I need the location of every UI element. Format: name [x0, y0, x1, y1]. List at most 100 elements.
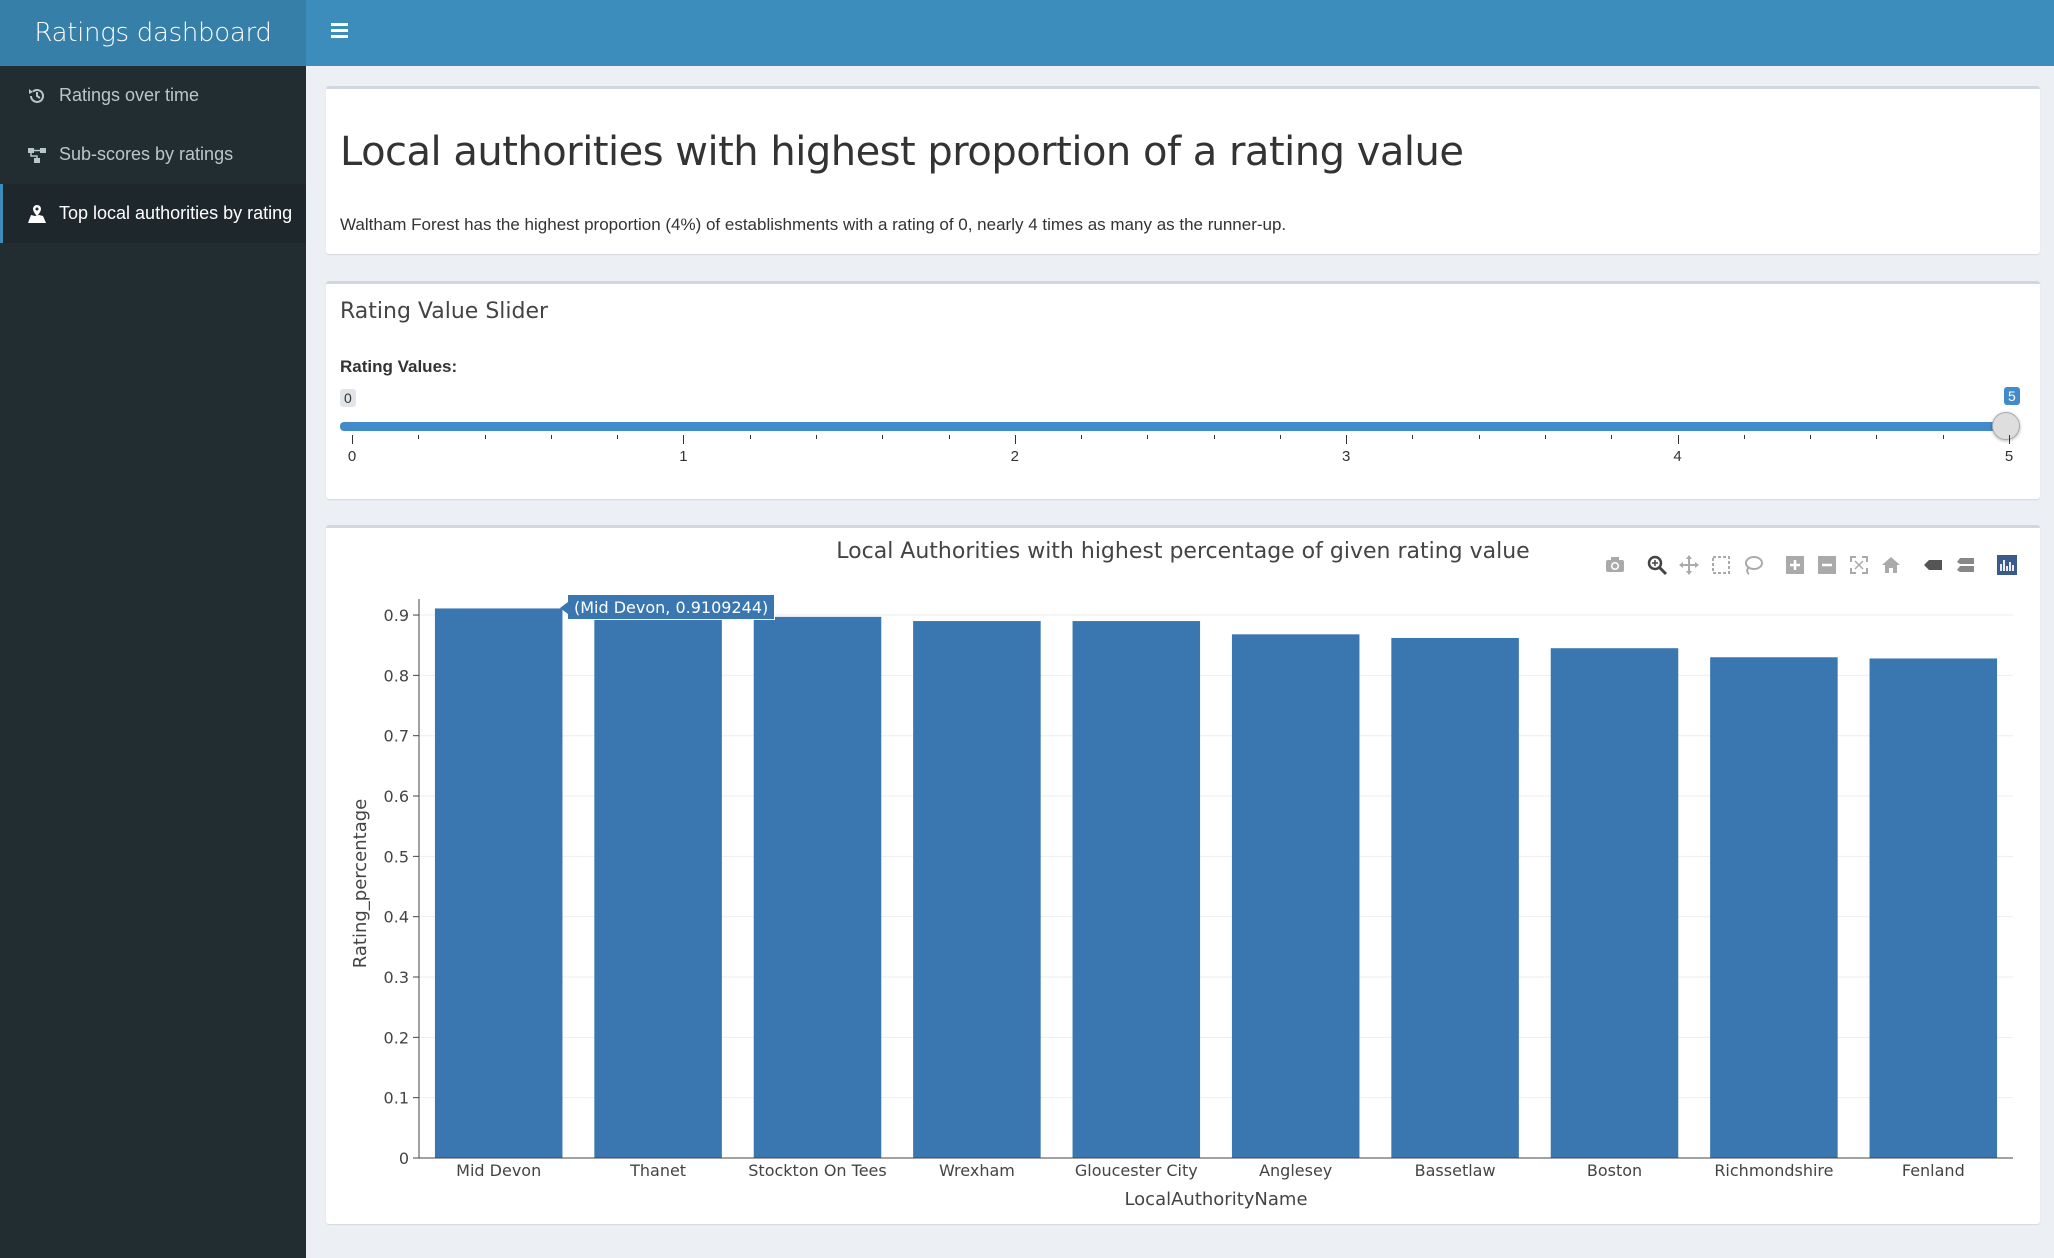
slider-minor-tick — [617, 435, 619, 439]
chart-modebar — [1596, 552, 2020, 578]
x-tick-label: Anglesey — [1259, 1161, 1332, 1180]
y-tick-label: 0.5 — [384, 847, 409, 866]
summary-text: Waltham Forest has the highest proportio… — [340, 215, 1287, 234]
y-tick-label: 0.7 — [384, 727, 409, 746]
slider-minor-tick — [948, 435, 950, 439]
sidebar-item-ratings-over-time[interactable]: Ratings over time — [0, 66, 306, 125]
slider-major-tick — [2009, 435, 2010, 444]
slider-minor-tick — [1213, 435, 1215, 439]
zoom-icon[interactable] — [1644, 552, 1670, 578]
slider-minor-tick — [418, 435, 420, 439]
sidebar-item-label: Top local authorities by rating — [59, 203, 293, 223]
slider-box-title: Rating Value Slider — [340, 299, 549, 324]
y-tick-label: 0 — [399, 1149, 409, 1168]
bar — [753, 616, 882, 1158]
x-tick-label: Bassetlaw — [1415, 1161, 1496, 1180]
slider-box: Rating Value Slider Rating Values: 0 5 0… — [326, 281, 2040, 499]
bar — [913, 621, 1041, 1158]
bar — [434, 608, 563, 1158]
slider-minor-tick — [1081, 435, 1083, 439]
slider-major-tick — [683, 435, 685, 444]
slider-min-label: 0 — [340, 389, 356, 407]
slider-minor-tick — [1147, 435, 1149, 439]
compare-data-icon[interactable] — [1952, 552, 1978, 578]
sidebar-item-sub-scores[interactable]: Sub-scores by ratings — [0, 125, 306, 184]
slider-major-tick — [1346, 435, 1348, 444]
x-axis-title: LocalAuthorityName — [1124, 1189, 1307, 1210]
sidebar-item-label: Sub-scores by ratings — [59, 144, 234, 164]
slider-label: Rating Values: — [340, 357, 458, 376]
y-tick-label: 0.2 — [384, 1028, 409, 1047]
sitemap-icon — [25, 145, 49, 165]
bar — [1550, 648, 1679, 1158]
x-tick-label: Boston — [1587, 1161, 1642, 1180]
x-tick-label: Stockton On Tees — [748, 1161, 886, 1180]
bar — [594, 616, 722, 1158]
slider-minor-tick — [882, 435, 884, 439]
box-select-icon[interactable] — [1708, 552, 1734, 578]
sidebar-item-top-local-authorities[interactable]: Top local authorities by rating — [0, 184, 306, 243]
x-tick-label: Wrexham — [939, 1161, 1015, 1180]
page-title: Local authorities with highest proportio… — [340, 129, 1464, 175]
app-brand[interactable]: Ratings dashboard — [0, 0, 306, 66]
sidebar-item-label: Ratings over time — [59, 85, 200, 105]
x-tick-label: Richmondshire — [1714, 1161, 1833, 1180]
bar — [1072, 621, 1201, 1158]
slider-tick-label: 4 — [1673, 448, 1682, 465]
y-tick-label: 0.4 — [384, 908, 409, 927]
slider-minor-tick — [1478, 435, 1480, 439]
y-tick-label: 0.9 — [384, 606, 409, 625]
bar — [1391, 637, 1519, 1158]
y-tick-label: 0.8 — [384, 666, 409, 685]
x-tick-label: Thanet — [629, 1161, 686, 1180]
lasso-select-icon[interactable] — [1740, 552, 1766, 578]
hover-tooltip: (Mid Devon, 0.9109244) — [559, 594, 776, 620]
slider-major-tick — [1014, 435, 1016, 444]
rating-slider-handle[interactable] — [1992, 412, 2020, 440]
x-tick-label: Mid Devon — [456, 1161, 541, 1180]
y-tick-label: 0.6 — [384, 787, 409, 806]
slider-tick-label: 1 — [679, 448, 688, 465]
y-tick-label: 0.3 — [384, 968, 409, 987]
rating-slider-track[interactable] — [340, 422, 2006, 431]
slider-tick-label: 3 — [1342, 448, 1351, 465]
plotly-logo-icon[interactable] — [1994, 552, 2020, 578]
slider-minor-tick — [484, 435, 486, 439]
bar — [1710, 657, 1838, 1158]
autoscale-icon[interactable] — [1846, 552, 1872, 578]
chart-box: 0 0.1 0.2 0.3 0.4 0.5 0.6 0.7 0.8 0.9 Mid Devon Tha… — [326, 525, 2040, 1224]
slider-minor-tick — [550, 435, 552, 439]
bar-chart: 0 0.1 0.2 0.3 0.4 0.5 0.6 0.7 0.8 0.9 Mid Devon Tha… — [350, 599, 2013, 1210]
home-icon[interactable] — [1878, 552, 1904, 578]
pan-icon[interactable] — [1676, 552, 1702, 578]
slider-tick-label: 5 — [2004, 448, 2014, 465]
zoom-in-icon[interactable] — [1782, 552, 1808, 578]
slider-minor-tick — [1611, 435, 1613, 439]
x-tick-label: Gloucester City — [1075, 1161, 1198, 1180]
slider-minor-tick — [1810, 435, 1812, 439]
slider-minor-tick — [1876, 435, 1878, 439]
bar — [1231, 634, 1360, 1158]
bar — [1869, 658, 1998, 1158]
slider-major-tick — [352, 435, 353, 444]
history-icon — [25, 86, 49, 106]
y-tick-label: 0.1 — [384, 1089, 409, 1108]
slider-tick-label: 0 — [347, 448, 357, 465]
top-navbar — [306, 0, 2054, 66]
slider-max-label: 5 — [2004, 387, 2020, 405]
map-marked-icon — [25, 204, 49, 224]
x-tick-label: Fenland — [1902, 1161, 1965, 1180]
intro-box: Local authorities with highest proportio… — [326, 86, 2040, 254]
slider-minor-tick — [815, 435, 817, 439]
sidebar-toggle-icon[interactable] — [326, 20, 356, 46]
slider-minor-tick — [1942, 435, 1944, 439]
spike-lines-icon[interactable] — [1920, 552, 1946, 578]
sidebar: Ratings over time Sub-scores by ratings … — [0, 66, 306, 1258]
slider-minor-tick — [1279, 435, 1281, 439]
zoom-out-icon[interactable] — [1814, 552, 1840, 578]
camera-icon[interactable] — [1602, 552, 1628, 578]
slider-minor-tick — [1545, 435, 1547, 439]
slider-major-tick — [1677, 435, 1679, 444]
y-axis-title: Rating_percentage — [350, 799, 371, 969]
slider-minor-tick — [1743, 435, 1745, 439]
